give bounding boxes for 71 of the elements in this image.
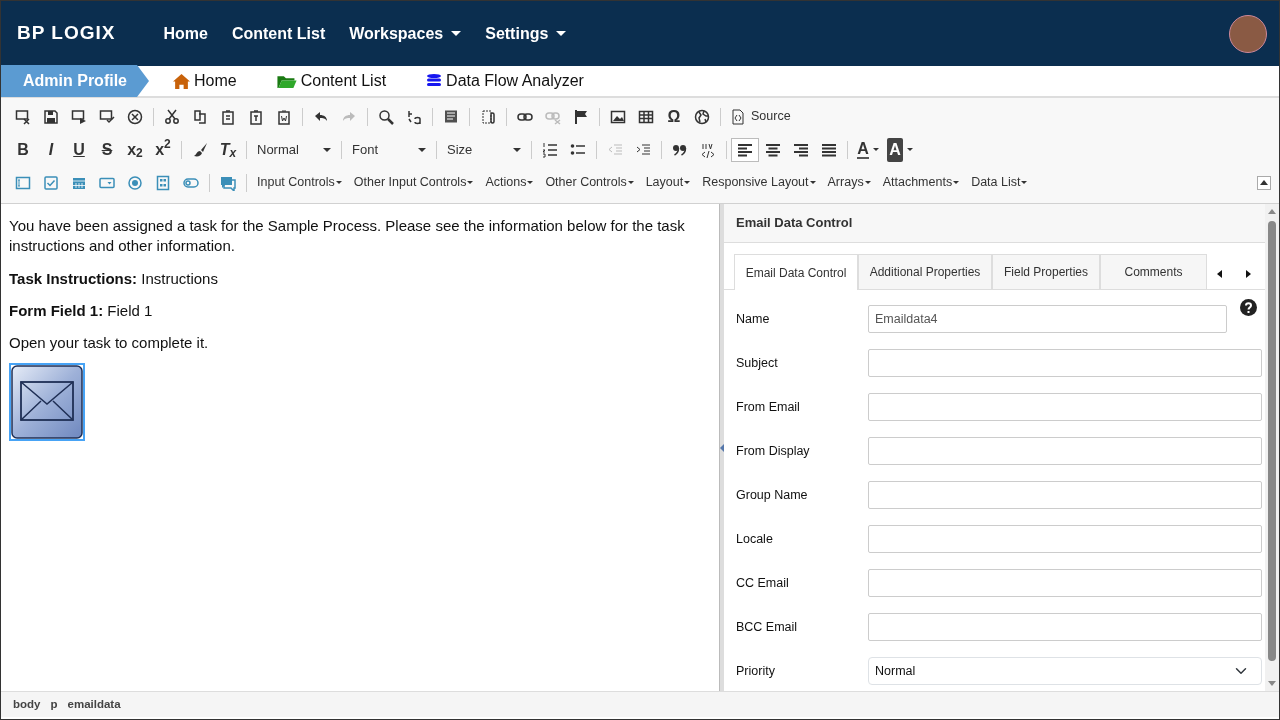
menu-button[interactable]: Other Controls <box>539 173 640 192</box>
database-icon <box>426 73 443 89</box>
avatar[interactable] <box>1229 14 1267 53</box>
input-field[interactable] <box>868 613 1262 641</box>
paragraph: Form Field 1: Field 1 <box>9 300 154 321</box>
field-label: BCC Email <box>736 618 799 636</box>
menu-button[interactable]: Arrays <box>821 173 877 192</box>
format-button[interactable]: I <box>37 137 65 162</box>
tab[interactable]: Comments <box>1100 254 1207 289</box>
tab[interactable]: Additional Properties <box>858 254 992 289</box>
format-button[interactable]: Ω <box>660 104 688 129</box>
input-field[interactable] <box>868 349 1262 377</box>
format-dropdown[interactable]: Normal <box>251 139 337 160</box>
menu-button[interactable]: Input Controls <box>251 173 348 192</box>
format-dropdown[interactable]: Font <box>346 139 432 160</box>
field-label: CC Email <box>736 574 790 592</box>
menu-button[interactable]: Other Input Controls <box>347 173 480 192</box>
format-button[interactable]: x$_{2}$ <box>121 137 149 162</box>
breadcrumb-link[interactable]: Content List <box>300 69 387 93</box>
text-color-button[interactable]: A <box>852 137 884 162</box>
nav-link[interactable]: Settings <box>485 21 567 46</box>
select-field[interactable]: Normal <box>868 657 1262 685</box>
menu-button[interactable]: Actions <box>479 173 540 192</box>
scrollbar[interactable] <box>1265 204 1279 691</box>
field-label: Subject <box>736 354 779 372</box>
logo[interactable]: BP LOGIX <box>17 19 116 48</box>
format-dropdown[interactable]: Size <box>441 139 527 160</box>
source-button[interactable]: Source <box>725 104 796 129</box>
paragraph: You have been assigned a task for the Sample Process. Please see the information below for the task instructions and other information. <box>9 216 686 257</box>
input-field[interactable] <box>868 437 1262 465</box>
nav-link[interactable]: Home <box>163 21 208 46</box>
nav-link[interactable]: Content List <box>231 21 326 46</box>
tab[interactable]: Field Properties <box>992 254 1100 289</box>
field-label: From Email <box>736 398 801 416</box>
field-label: Locale <box>736 530 774 548</box>
format-button[interactable]: U <box>65 137 93 162</box>
field-label: Group Name <box>736 486 809 504</box>
scroll-left-icon[interactable] <box>1217 269 1222 278</box>
element-path-item[interactable]: emaildata <box>67 695 121 714</box>
menu-button[interactable]: Data List <box>965 173 1034 192</box>
element-path-item[interactable]: p <box>50 695 58 714</box>
tab[interactable]: Email Data Control <box>734 254 858 290</box>
format-button[interactable]: x$^{2}$ <box>149 137 177 162</box>
format-button[interactable]: T$_{x}$ <box>214 137 242 162</box>
input-field[interactable] <box>868 569 1262 597</box>
help-icon[interactable] <box>1240 299 1257 316</box>
element-path-item[interactable]: body <box>13 695 41 714</box>
input-field[interactable] <box>868 525 1262 553</box>
align-left-icon[interactable] <box>731 137 759 162</box>
paragraph: Open your task to complete it. <box>9 333 210 353</box>
nav-link[interactable]: Workspaces <box>349 21 462 46</box>
email-control-icon[interactable] <box>9 363 85 442</box>
breadcrumb-link[interactable]: Home <box>194 69 237 93</box>
input-field[interactable] <box>868 481 1262 509</box>
paragraph: Task Instructions: Instructions <box>9 268 219 289</box>
scroll-right-icon[interactable] <box>1246 269 1251 278</box>
field-label: Name <box>736 310 771 328</box>
menu-button[interactable]: Attachments <box>876 173 966 192</box>
input-field[interactable] <box>868 393 1262 421</box>
menu-button[interactable]: Responsive Layout <box>696 173 822 192</box>
source-icon <box>730 108 746 125</box>
input-field[interactable]: Emaildata4 <box>868 305 1227 333</box>
panel-title: Email Data Control <box>736 214 853 233</box>
collapse-toolbar-icon[interactable] <box>1257 175 1271 190</box>
field-label: Priority <box>736 662 776 680</box>
format-button[interactable]: S <box>93 137 121 162</box>
house-icon <box>173 72 190 90</box>
breadcrumb-link[interactable]: Data Flow Analyzer <box>446 69 584 93</box>
menu-button[interactable]: Layout <box>639 173 697 192</box>
field-label: From Display <box>736 442 811 460</box>
format-button[interactable]: B <box>9 137 37 162</box>
